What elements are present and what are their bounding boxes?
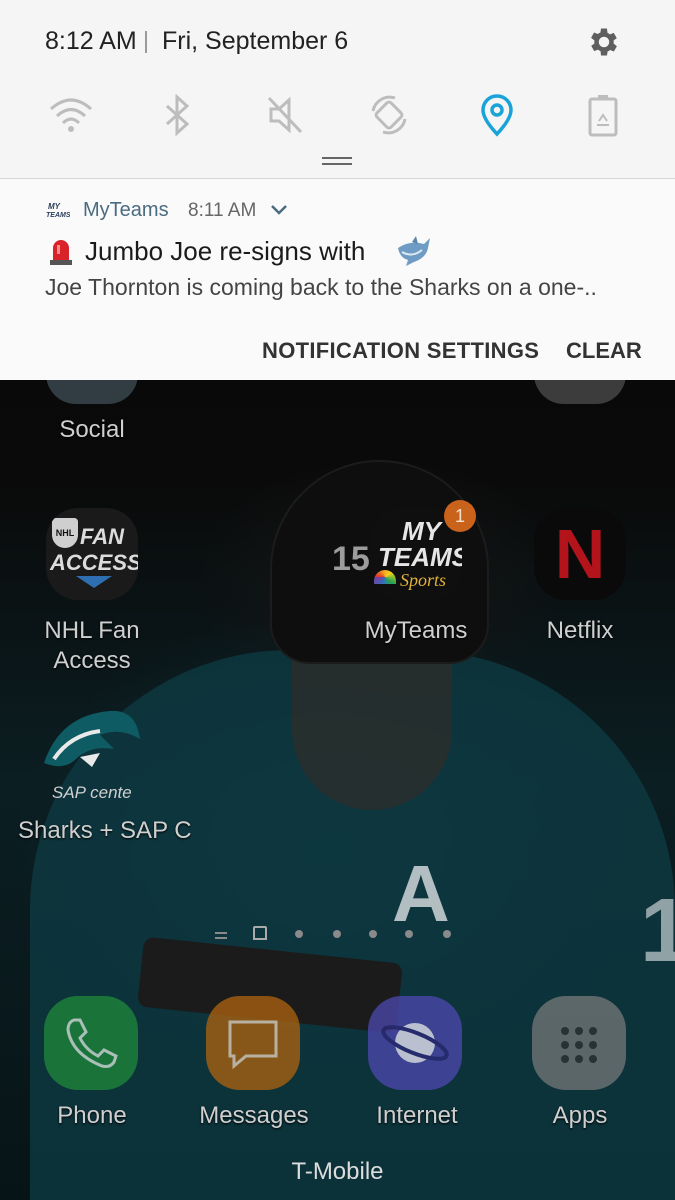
internet-label: Internet — [376, 1102, 458, 1129]
quick-settings — [0, 84, 675, 146]
netflix-app[interactable]: N — [534, 508, 626, 600]
wifi-toggle[interactable] — [46, 90, 96, 140]
auto-rotate-toggle[interactable] — [364, 90, 414, 140]
notification-badge: 1 — [444, 500, 476, 532]
notification-app-name: MyTeams — [83, 199, 169, 221]
phone-app[interactable] — [44, 996, 138, 1090]
nhl-shield-icon: NHL — [52, 518, 78, 548]
siren-emoji-icon — [50, 240, 72, 265]
svg-text:TEAMS: TEAMS — [46, 212, 70, 219]
nhl-fan-text: FAN — [80, 524, 124, 549]
nhl-chevron — [76, 576, 112, 588]
date: Fri, September 6 — [162, 27, 349, 55]
page-dot[interactable] — [369, 930, 377, 938]
apps-grid-icon — [561, 1027, 597, 1063]
page-dot[interactable] — [333, 930, 341, 938]
myteams-label: MyTeams — [364, 617, 468, 644]
sound-toggle[interactable] — [260, 90, 310, 140]
phone-label: Phone — [57, 1102, 127, 1129]
apps-drawer[interactable] — [532, 996, 626, 1090]
chevron-down-icon[interactable] — [270, 203, 288, 217]
sharks-sap-label: Sharks + SAP C — [18, 817, 192, 844]
helmet-number: 15 — [332, 540, 370, 578]
page-dot[interactable] — [405, 930, 413, 938]
messages-app[interactable] — [206, 996, 300, 1090]
nhl-fan-access-app[interactable]: NHL FAN ACCESS — [46, 508, 138, 600]
power-saving-icon — [588, 95, 618, 137]
mute-icon — [267, 96, 303, 134]
carrier-label: T-Mobile — [291, 1158, 384, 1185]
gear-icon[interactable] — [586, 24, 622, 60]
divider — [145, 31, 147, 53]
location-icon — [481, 94, 513, 137]
home-page-icon[interactable] — [253, 926, 267, 940]
page-dot-menu[interactable] — [215, 932, 227, 939]
nhl-access-text: ACCESS — [50, 550, 138, 575]
notification-body: Joe Thornton is coming back to the Shark… — [45, 274, 597, 300]
page-dot[interactable] — [295, 930, 303, 938]
apps-label: Apps — [552, 1102, 608, 1129]
page-dot[interactable] — [443, 930, 451, 938]
bluetooth-icon — [165, 94, 190, 136]
notification-time: 8:11 AM — [188, 200, 257, 221]
shark-logo-icon — [44, 710, 140, 767]
sap-center-text: SAP cente — [52, 783, 132, 802]
nhl-fan-label-1: NHL Fan — [44, 617, 140, 644]
netflix-label: Netflix — [546, 617, 614, 644]
bluetooth-toggle[interactable] — [152, 90, 202, 140]
netflix-logo: N — [554, 515, 606, 593]
drag-handle[interactable] — [322, 157, 352, 165]
clear-button[interactable]: CLEAR — [566, 338, 642, 364]
svg-text:MY: MY — [48, 202, 61, 211]
notification-settings-button[interactable]: NOTIFICATION SETTINGS — [262, 338, 539, 364]
page-indicator — [215, 926, 465, 942]
chat-bubble-icon — [228, 1020, 278, 1070]
auto-rotate-icon — [371, 95, 407, 135]
notification-title: Jumbo Joe re-signs with — [85, 236, 366, 266]
wifi-icon — [49, 98, 93, 132]
social-folder-label: Social — [59, 416, 125, 443]
myteams-sports-text: Sports — [400, 570, 447, 590]
myteams-small-icon: MY TEAMS — [46, 202, 70, 219]
phone-icon — [66, 1018, 118, 1068]
sharks-sap-app[interactable]: SAP cente — [40, 705, 144, 809]
jersey-number: 1 — [640, 881, 675, 981]
location-toggle[interactable] — [472, 90, 522, 140]
myteams-teams-text: TEAMS — [378, 542, 462, 572]
notification-shade: 8:12 AM Fri, September 6 MY TEAMS MyTeam… — [0, 0, 675, 380]
power-saving-toggle[interactable] — [578, 90, 628, 140]
internet-app[interactable] — [368, 996, 462, 1090]
shark-emoji-icon — [398, 236, 430, 266]
notification-actions: NOTIFICATION SETTINGS CLEAR — [0, 321, 675, 380]
nhl-fan-label-2: Access — [53, 647, 131, 674]
clock: 8:12 AM — [45, 27, 137, 55]
myteams-notification[interactable]: MY TEAMS MyTeams 8:11 AM Jumbo Joe re-si… — [0, 178, 675, 322]
status-row: 8:12 AM Fri, September 6 — [0, 0, 675, 84]
planet-icon — [381, 1023, 449, 1063]
messages-label: Messages — [199, 1102, 309, 1129]
